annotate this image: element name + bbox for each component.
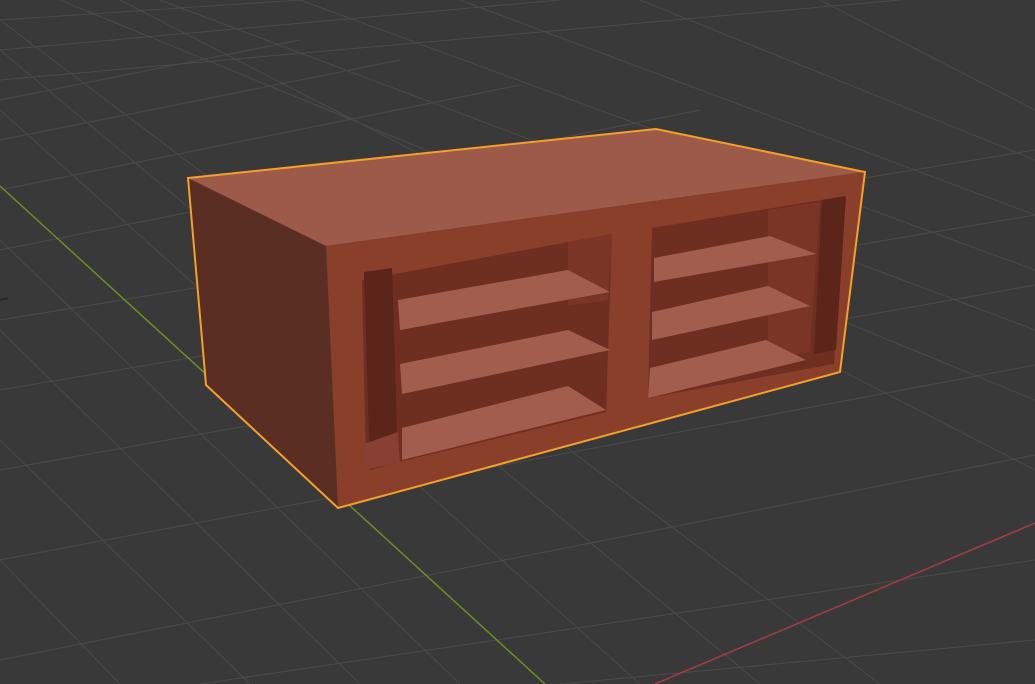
grid-line [559, 639, 1035, 684]
viewport-canvas[interactable] [0, 0, 1035, 684]
grid-line [819, 0, 1035, 111]
grid-line [0, 0, 901, 81]
3d-viewport[interactable] [0, 0, 1035, 684]
grid-line [0, 0, 561, 51]
grid-line [0, 39, 301, 101]
grid-line [0, 559, 121, 684]
axis-tick [0, 297, 9, 301]
grid-line [0, 439, 251, 684]
x-axis-line [654, 522, 1035, 684]
grid-line [0, 0, 301, 21]
grid-line [0, 454, 1035, 661]
grid-line [199, 559, 1035, 684]
selected-mesh-object[interactable] [186, 127, 867, 510]
